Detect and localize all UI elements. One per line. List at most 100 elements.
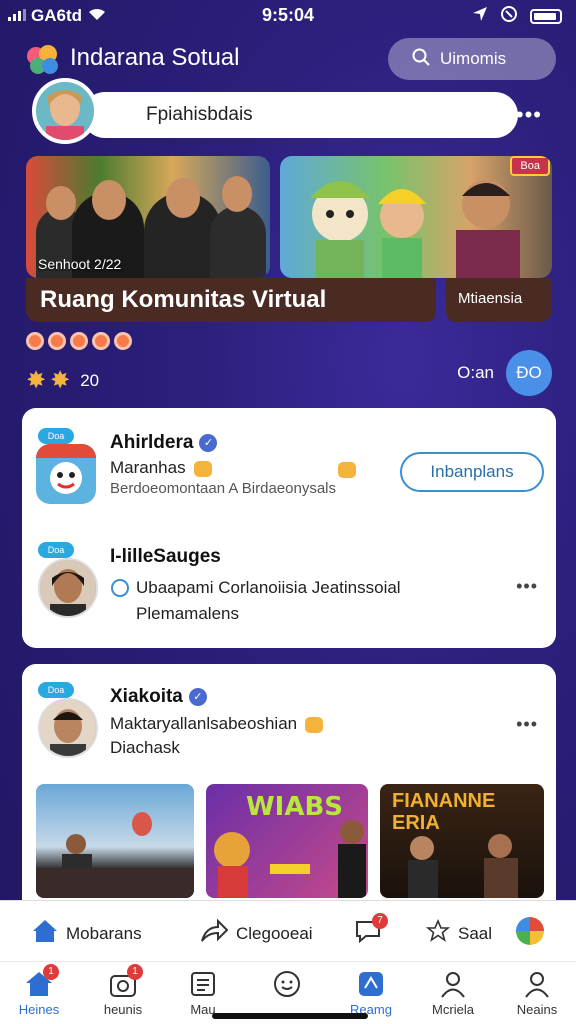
home-icon: 1 [25,964,59,998]
composer-input[interactable]: Fpiahisbdais [82,92,518,138]
smiley-icon [273,970,301,998]
gallery-image[interactable]: FIANANNE ERIA [380,784,544,898]
tab-badge: 1 [43,964,59,980]
gallery-stage-illustration [408,834,518,898]
carousel-dot[interactable] [92,332,110,350]
share-action-label: Clegooeai [236,923,313,943]
home-icon [32,919,58,948]
status-bar: GA6td 9:5:04 [0,0,576,32]
post-avatar[interactable] [36,444,96,504]
comment-action-button[interactable]: 7 [354,913,388,948]
rotation-lock-icon [500,5,518,28]
hero-image-left[interactable]: Senhoot 2/22 [26,156,270,278]
post-subtitle-text: Maktaryallanlsabeoshian [110,714,298,733]
more-options-icon[interactable]: ••• [516,102,542,128]
person-icon [523,970,551,998]
more-options-icon[interactable]: ••• [516,714,538,735]
tab-home[interactable]: 1 Heines [4,964,74,1017]
tab-reading[interactable]: Reamg [336,970,406,1017]
emoji-icon [305,716,324,733]
hero-face [222,176,252,212]
profile-circle-button[interactable]: ĐO [506,350,552,396]
composer-placeholder: Fpiahisbdais [146,104,253,125]
hero-caption: Senhoot 2/22 [38,256,122,272]
search-label: Uimomis [440,49,507,68]
user-avatar[interactable] [32,78,98,144]
carousel-dot[interactable] [48,332,66,350]
save-action-label: Saal [458,923,493,943]
post-author[interactable]: Xiakoita ✓ [110,686,207,708]
more-options-icon[interactable]: ••• [516,576,538,597]
hero-banner-right-label: Mtiaensia [446,278,552,322]
hero-face [46,186,76,220]
carousel-dot[interactable] [114,332,132,350]
post-tag: Doa [38,542,74,558]
tab-camera[interactable]: 1 heunis [88,964,158,1017]
carousel-dot[interactable] [26,332,44,350]
tab-emoji[interactable] [252,970,322,1002]
post-avatar[interactable] [38,698,98,758]
hero-right-badge: Boa [510,156,550,176]
battery-icon [530,9,562,24]
follow-button[interactable]: Inbanplans [400,452,544,492]
tab-account[interactable]: Neains [502,970,572,1017]
signal-icon [8,6,26,26]
post-line: Ubaapami Corlanoiisia Jeatinssoial [136,578,401,597]
feed-card: Doa Ahirldera ✓ Maranhas Berdoeomontaan A… [22,408,556,648]
comment-icon [110,578,130,603]
post-item[interactable]: Doa Ahirldera ✓ Maranhas Berdoeomontaan A… [22,408,556,528]
camera-icon: 1 [109,964,143,998]
tab-label: Neains [516,1002,558,1017]
carousel-dots[interactable] [26,332,132,350]
status-left: GA6td [8,6,107,26]
search-icon [412,48,430,71]
post-meta: Diachask [110,738,180,757]
status-right [472,5,562,28]
star-icon: ✸ [26,367,47,394]
post-meta: Berdoeomontaan A Birdaeonysals [110,480,336,497]
post-tag: Doa [38,682,74,698]
app-title: Indarana Sotual [70,44,240,71]
hero-image-right[interactable]: Boa [280,156,552,278]
verified-icon: ✓ [188,687,207,706]
post-avatar[interactable] [38,558,98,618]
post-item[interactable]: Doa I-lilleSauges Ubaapami Corlanoiisia … [22,528,556,648]
person-icon [439,970,467,998]
star-outline-icon [425,918,451,948]
verified-icon: ✓ [199,433,218,452]
post-subtitle: Maranhas [110,458,212,478]
tab-badge: 1 [127,964,143,980]
hero-banner-title: Ruang Komunitas Virtual [26,278,436,322]
post-line: Plemamalens [136,604,239,623]
wifi-icon [87,6,107,26]
tab-label: Mcriela [432,1002,474,1017]
home-action-label: Mobarans [66,923,142,943]
emoji-icon [193,460,212,477]
tab-profile[interactable]: Mcriela [418,970,488,1017]
gallery-image[interactable]: WIABS [206,784,368,898]
reaction-summary[interactable]: ✸ ✸ 20 [26,366,99,395]
share-action-button[interactable]: Clegooeai [200,918,313,948]
post-author-name[interactable]: I-lilleSauges [110,546,221,568]
hero-right-stats: O:an ĐO [457,350,552,396]
post-author[interactable]: Ahirldera ✓ [110,432,218,454]
post-composer: Fpiahisbdais ••• [32,78,542,150]
profile-mini-avatar[interactable] [516,917,544,945]
menu-icon [189,970,217,998]
post-subtitle-text: Maranhas [110,458,186,477]
search-button[interactable]: Uimomis [388,38,556,80]
comment-icon: 7 [354,913,388,948]
location-icon [472,6,488,27]
post-tag: Doa [38,428,74,444]
tab-label: heunis [103,1002,143,1017]
status-time: 9:5:04 [262,5,315,25]
home-action-button[interactable]: Mobarans [32,919,142,948]
post-subtitle: Maktaryallanlsabeoshian [110,714,324,734]
carousel-dot[interactable] [70,332,88,350]
save-action-button[interactable]: Saal [425,918,493,948]
home-indicator [212,1013,368,1019]
hero-face [166,178,200,218]
tab-label: Heines [18,1002,60,1017]
gallery-image[interactable] [36,784,194,898]
tab-menu[interactable]: Mau [168,970,238,1017]
